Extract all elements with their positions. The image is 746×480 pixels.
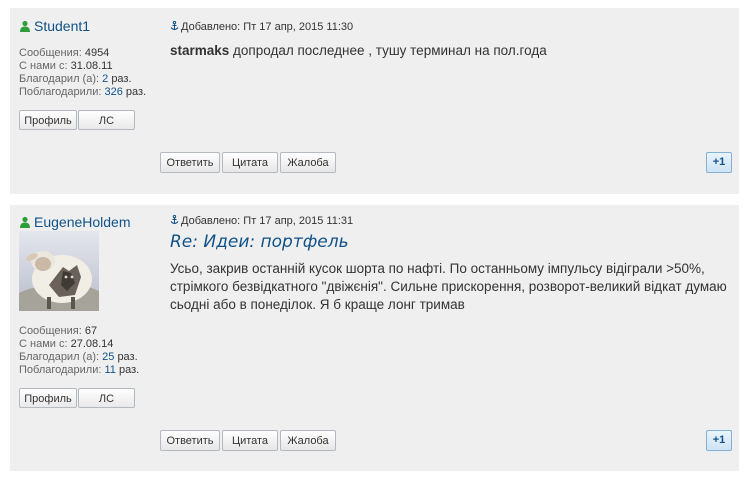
quote-button[interactable]: Цитата: [222, 152, 278, 173]
profile-button[interactable]: Профиль: [19, 388, 77, 408]
thanks-label: Поблагодарили:: [19, 86, 102, 98]
messages-count: 67: [84, 325, 98, 337]
reply-button[interactable]: Ответить: [160, 152, 220, 173]
report-button[interactable]: Жалоба: [280, 152, 336, 173]
messages-count: 4954: [84, 47, 110, 59]
thanked-count-link[interactable]: 2: [102, 73, 108, 85]
post-content: Усьо, закрив останній кусок шорта по наф…: [170, 261, 727, 312]
post-meta: Добавлено: Пт 17 апр, 2015 11:30: [170, 21, 353, 33]
joined-label: С нами с:: [19, 60, 68, 72]
thanks-label: Поблагодарили:: [19, 364, 102, 376]
post-content: starmaks допродал последнее , тушу терми…: [170, 42, 730, 60]
post-link-icon[interactable]: [170, 215, 179, 225]
thanked-label: Благодарил (а):: [19, 351, 100, 363]
mentioned-user: starmaks: [170, 43, 230, 58]
thanks-suffix: раз.: [118, 364, 140, 376]
user-stats: Сообщения: 4954 С нами с: 31.08.11 Благо…: [19, 47, 146, 99]
plus-one-button[interactable]: +1: [706, 430, 732, 451]
messages-label: Сообщения:: [19, 47, 82, 59]
post-meta: Добавлено: Пт 17 апр, 2015 11:31: [170, 215, 353, 227]
post-link-icon[interactable]: [170, 21, 179, 31]
post-1: Student1 Сообщения: 4954 С нами с: 31.08…: [10, 8, 739, 194]
post-author[interactable]: Student1: [19, 18, 90, 34]
post-text: допродал последнее , тушу терминал на по…: [229, 43, 547, 58]
post-date: Добавлено: Пт 17 апр, 2015 11:31: [181, 215, 354, 227]
post-title[interactable]: Re: Идеи: портфель: [170, 232, 349, 252]
post-author-link[interactable]: Student1: [34, 18, 90, 34]
thanked-suffix: раз.: [111, 73, 132, 85]
messages-label: Сообщения:: [19, 325, 82, 337]
thanked-label: Благодарил (а):: [19, 73, 100, 85]
online-user-icon: [20, 20, 30, 32]
user-avatar[interactable]: [19, 231, 99, 311]
post-author-link[interactable]: EugeneHoldem: [34, 214, 131, 230]
joined-date: 31.08.11: [70, 60, 113, 72]
post-date: Добавлено: Пт 17 апр, 2015 11:30: [181, 21, 354, 33]
pm-button[interactable]: ЛС: [78, 388, 135, 408]
reply-button[interactable]: Ответить: [160, 430, 220, 451]
report-button[interactable]: Жалоба: [280, 430, 336, 451]
thanks-count-link[interactable]: 11: [105, 364, 116, 376]
pm-button[interactable]: ЛС: [78, 110, 135, 130]
plus-one-button[interactable]: +1: [706, 152, 732, 173]
user-stats: Сообщения: 67 С нами с: 27.08.14 Благода…: [19, 325, 139, 377]
thanked-count-link[interactable]: 25: [102, 351, 114, 363]
thanks-count-link[interactable]: 326: [105, 86, 123, 98]
joined-date: 27.08.14: [70, 338, 114, 350]
post-author[interactable]: EugeneHoldem: [19, 214, 131, 230]
online-user-icon: [20, 216, 30, 228]
thanks-suffix: раз.: [125, 86, 147, 98]
quote-button[interactable]: Цитата: [222, 430, 278, 451]
thanked-suffix: раз.: [117, 351, 138, 363]
joined-label: С нами с:: [19, 338, 68, 350]
post-2: EugeneHoldem Сообщения: 67 С нами с: 27.…: [10, 205, 739, 471]
profile-button[interactable]: Профиль: [19, 110, 77, 130]
